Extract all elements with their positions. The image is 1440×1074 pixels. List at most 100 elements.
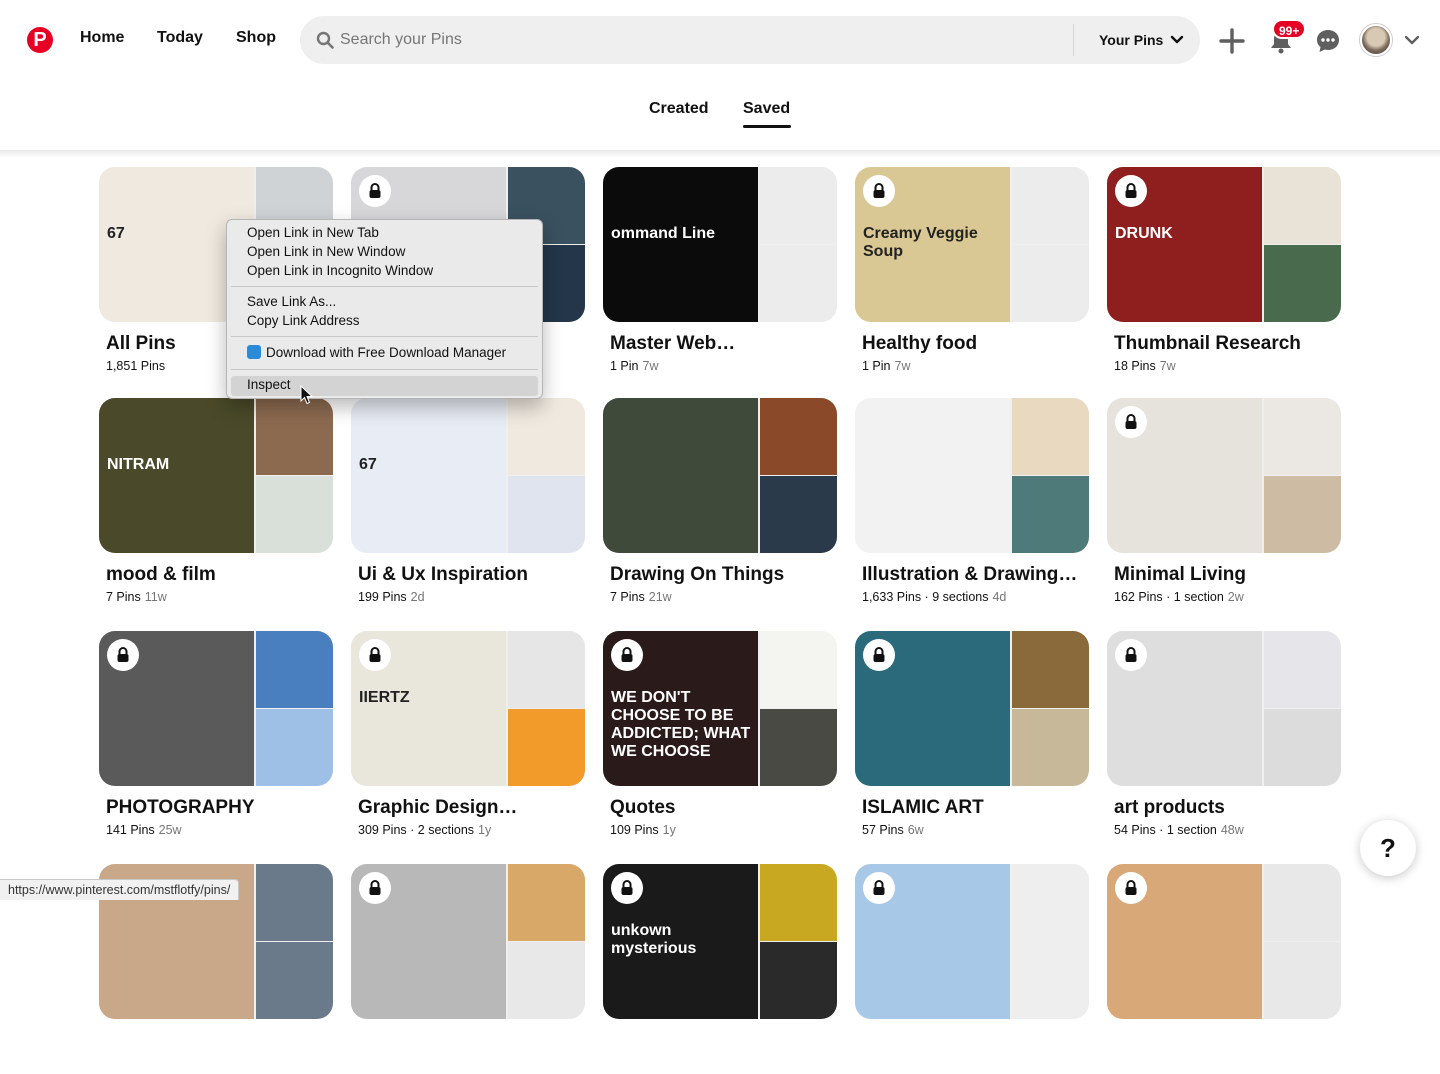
cover-main-image: ommand Line bbox=[603, 167, 758, 322]
help-button[interactable]: ? bbox=[1360, 820, 1416, 876]
board-card[interactable]: 67 Ui & Ux Inspiration 199 Pins 2d bbox=[351, 398, 585, 608]
create-plus-icon[interactable] bbox=[1219, 28, 1245, 54]
cover-side-image bbox=[256, 864, 333, 941]
lock-icon bbox=[107, 639, 139, 671]
board-meta: 162 Pins · 1 section 2w bbox=[1114, 590, 1244, 604]
pinterest-logo-icon[interactable]: P bbox=[27, 27, 53, 53]
board-cover[interactable] bbox=[855, 631, 1089, 786]
menu-item-inspect[interactable]: Inspect bbox=[247, 377, 291, 392]
menu-item-open-new-window[interactable]: Open Link in New Window bbox=[247, 244, 405, 259]
cover-side-image bbox=[1264, 398, 1341, 475]
lock-icon bbox=[359, 175, 391, 207]
cover-main-image: 67 bbox=[351, 398, 506, 553]
board-card[interactable]: unkown mysterious bbox=[603, 864, 837, 1074]
board-cover[interactable]: Creamy Veggie Soup bbox=[855, 167, 1089, 322]
board-card[interactable]: NITRAM mood & film 7 Pins 11w bbox=[99, 398, 333, 608]
cover-side-image bbox=[760, 476, 837, 553]
menu-item-download-fdm[interactable]: Download with Free Download Manager bbox=[247, 345, 506, 360]
board-title: Master Web… bbox=[610, 333, 736, 354]
board-cover[interactable]: WE DON'T CHOOSE TO BE ADDICTED; WHAT WE … bbox=[603, 631, 837, 786]
board-pin-count: 7 Pins bbox=[610, 590, 645, 604]
cover-side-image bbox=[1012, 942, 1089, 1019]
board-card[interactable] bbox=[855, 864, 1089, 1074]
board-cover[interactable]: IIERTZ bbox=[351, 631, 585, 786]
cover-side-image bbox=[1264, 709, 1341, 786]
nav-home-link[interactable]: Home bbox=[80, 29, 124, 47]
board-meta: 18 Pins 7w bbox=[1114, 359, 1176, 373]
board-cover[interactable]: 67 bbox=[351, 398, 585, 553]
board-cover[interactable]: unkown mysterious bbox=[603, 864, 837, 1019]
board-card[interactable]: DRUNK Thumbnail Research 18 Pins 7w bbox=[1107, 167, 1341, 377]
lock-icon bbox=[1115, 639, 1147, 671]
board-card[interactable]: ISLAMIC ART 57 Pins 6w bbox=[855, 631, 1089, 841]
cover-side-image bbox=[508, 942, 585, 1019]
board-meta: 199 Pins 2d bbox=[358, 590, 425, 604]
board-card[interactable]: IIERTZ Graphic Design… 309 Pins · 2 sectio… bbox=[351, 631, 585, 841]
board-title: mood & film bbox=[106, 564, 216, 585]
lock-icon bbox=[1115, 872, 1147, 904]
nav-shop-link[interactable]: Shop bbox=[236, 29, 276, 47]
board-pin-count: 18 Pins bbox=[1114, 359, 1156, 373]
board-cover[interactable] bbox=[855, 864, 1089, 1019]
menu-item-copy-link-address[interactable]: Copy Link Address bbox=[247, 313, 360, 328]
chevron-down-icon[interactable] bbox=[1170, 34, 1184, 46]
board-card[interactable]: Creamy Veggie Soup Healthy food 1 Pin 7w bbox=[855, 167, 1089, 377]
board-card[interactable]: Illustration & Drawing… 1,633 Pins · 9 se… bbox=[855, 398, 1089, 608]
board-card[interactable] bbox=[1107, 864, 1341, 1074]
search-input[interactable] bbox=[340, 16, 1060, 64]
account-chevron-down-icon[interactable] bbox=[1404, 33, 1420, 47]
board-meta bbox=[610, 1056, 614, 1070]
cover-side-image bbox=[1012, 167, 1089, 244]
board-card[interactable]: Minimal Living 162 Pins · 1 section 2w bbox=[1107, 398, 1341, 608]
messages-icon[interactable] bbox=[1315, 28, 1341, 54]
search-divider bbox=[1073, 24, 1074, 56]
nav-today-link[interactable]: Today bbox=[157, 29, 203, 47]
board-title: Graphic Design… bbox=[358, 797, 518, 818]
board-updated-age: 2d bbox=[410, 590, 425, 604]
cover-label: ommand Line bbox=[611, 225, 716, 242]
board-pin-count: 1,633 Pins bbox=[862, 590, 922, 604]
board-meta: 141 Pins 25w bbox=[106, 823, 182, 837]
board-updated-age: 2w bbox=[1227, 590, 1244, 604]
board-card[interactable] bbox=[351, 864, 585, 1074]
board-meta: 1 Pin 7w bbox=[610, 359, 658, 373]
board-updated-age: 11w bbox=[144, 590, 167, 604]
menu-item-save-link-as[interactable]: Save Link As... bbox=[247, 294, 336, 309]
cover-side-image bbox=[760, 942, 837, 1019]
menu-item-open-new-tab[interactable]: Open Link in New Tab bbox=[247, 225, 379, 240]
board-title: ISLAMIC ART bbox=[862, 797, 984, 818]
board-section-count: 2 sections bbox=[417, 823, 475, 837]
board-cover[interactable] bbox=[1107, 398, 1341, 553]
board-card[interactable]: Drawing On Things 7 Pins 21w bbox=[603, 398, 837, 608]
cover-side-image bbox=[256, 709, 333, 786]
menu-item-download-fdm-label: Download with Free Download Manager bbox=[266, 345, 507, 360]
tab-created[interactable]: Created bbox=[649, 100, 709, 118]
board-cover[interactable] bbox=[351, 864, 585, 1019]
board-card[interactable]: ommand Line Master Web… 1 Pin 7w bbox=[603, 167, 837, 377]
board-cover[interactable]: ommand Line bbox=[603, 167, 837, 322]
tab-saved[interactable]: Saved bbox=[743, 100, 790, 118]
board-updated-age: 21w bbox=[648, 590, 672, 604]
lock-icon bbox=[611, 872, 643, 904]
board-cover[interactable] bbox=[1107, 631, 1341, 786]
board-card[interactable]: PHOTOGRAPHY 141 Pins 25w bbox=[99, 631, 333, 841]
board-cover[interactable] bbox=[855, 398, 1089, 553]
board-card[interactable]: WE DON'T CHOOSE TO BE ADDICTED; WHAT WE … bbox=[603, 631, 837, 841]
board-pin-count: 7 Pins bbox=[106, 590, 141, 604]
profile-avatar[interactable] bbox=[1360, 24, 1392, 56]
board-cover[interactable] bbox=[99, 631, 333, 786]
board-card[interactable]: art products 54 Pins · 1 section 48w bbox=[1107, 631, 1341, 841]
cover-side-image bbox=[1264, 631, 1341, 708]
board-cover[interactable]: NITRAM bbox=[99, 398, 333, 553]
board-updated-age: 7w bbox=[1159, 359, 1176, 373]
board-title: art products bbox=[1114, 797, 1225, 818]
menu-item-open-incognito[interactable]: Open Link in Incognito Window bbox=[247, 263, 433, 278]
board-pin-count: 57 Pins bbox=[862, 823, 904, 837]
board-cover[interactable] bbox=[603, 398, 837, 553]
board-meta bbox=[358, 1056, 362, 1070]
menu-separator bbox=[231, 369, 538, 370]
board-cover[interactable]: DRUNK bbox=[1107, 167, 1341, 322]
your-pins-filter[interactable]: Your Pins bbox=[1099, 32, 1163, 48]
board-meta: 54 Pins · 1 section 48w bbox=[1114, 823, 1244, 837]
board-cover[interactable] bbox=[1107, 864, 1341, 1019]
